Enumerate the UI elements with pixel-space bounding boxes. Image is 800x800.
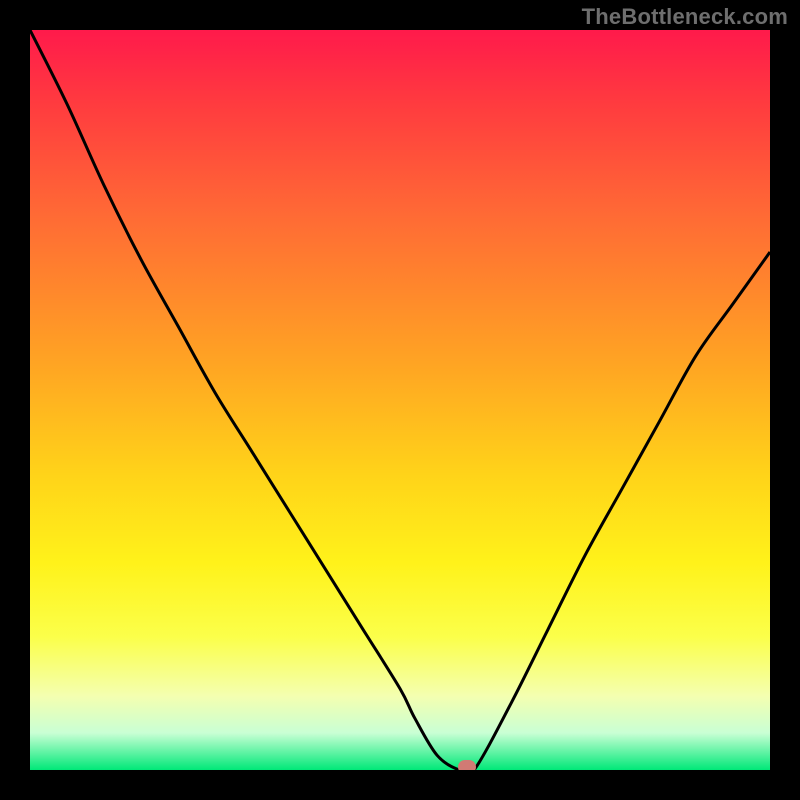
watermark-text: TheBottleneck.com [582, 4, 788, 30]
minimum-marker-icon [458, 760, 476, 770]
curve-path [30, 30, 770, 770]
chart-frame: TheBottleneck.com [0, 0, 800, 800]
bottleneck-curve [30, 30, 770, 770]
plot-area [30, 30, 770, 770]
